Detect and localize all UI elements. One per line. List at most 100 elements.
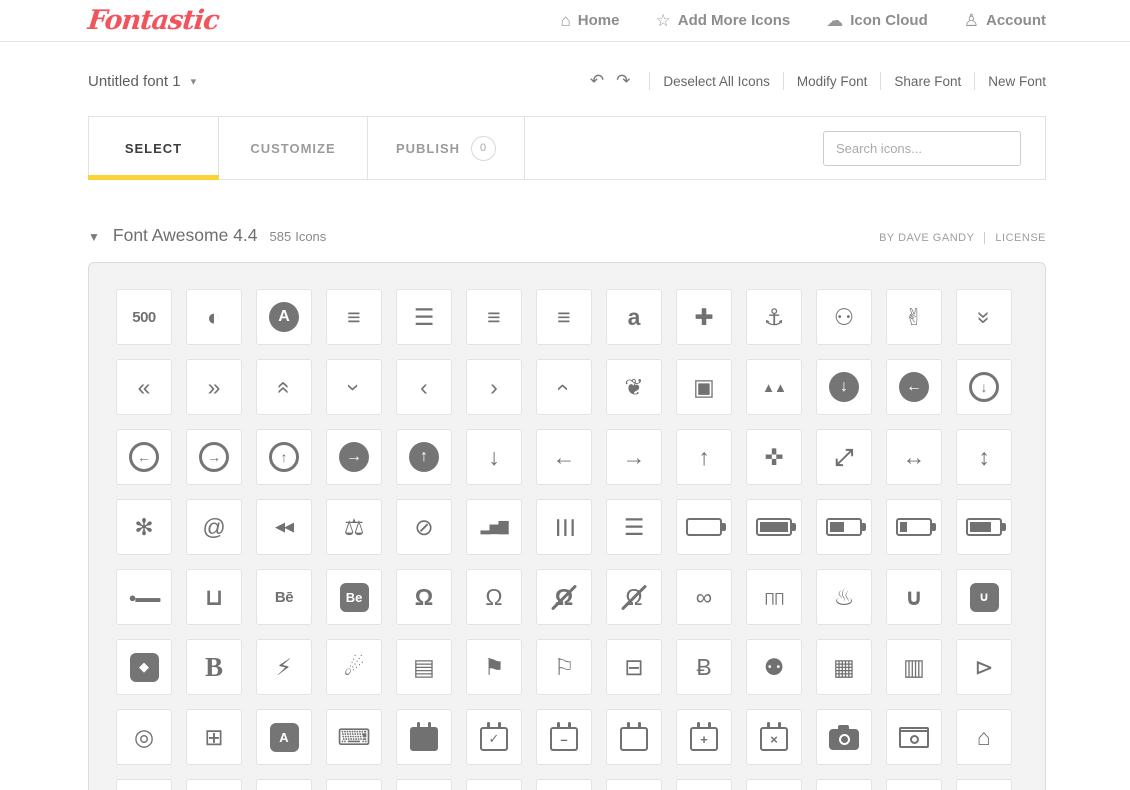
deselect-all-icons-button[interactable]: Deselect All Icons (663, 74, 770, 89)
icon-cell-battery-full[interactable] (746, 499, 802, 555)
icon-cell-align-left[interactable]: ≡ (466, 289, 522, 345)
icon-cell-anchor[interactable]: ⚓ (746, 289, 802, 345)
nav-account[interactable]: ♙Account (964, 11, 1046, 31)
icon-cell-align-justify[interactable]: ☰ (396, 289, 452, 345)
new-font-button[interactable]: New Font (988, 74, 1046, 89)
icon-cell-bar-chart[interactable]: ▂▅▇ (466, 499, 522, 555)
icon-cell-arrow-right[interactable]: → (606, 429, 662, 485)
icon-cell-arrows-v[interactable]: ↕ (956, 429, 1012, 485)
icon-cell-battery-quarter[interactable] (886, 499, 942, 555)
icon-cell-ban[interactable]: ⊘ (396, 499, 452, 555)
tab-publish[interactable]: PUBLISH0 (368, 117, 525, 179)
icon-cell-android[interactable]: ⚇ (816, 289, 872, 345)
icon-cell-arrows[interactable]: ✜ (746, 429, 802, 485)
icon-cell-arrow-circle-down[interactable]: ↓ (816, 359, 872, 415)
icon-cell-archive[interactable]: ▣ (676, 359, 732, 415)
icon-cell-partial[interactable] (466, 779, 522, 790)
collapse-caret-icon[interactable]: ▼ (88, 230, 100, 244)
icon-cell-apple[interactable]: ❦ (606, 359, 662, 415)
icon-cell-calendar-o[interactable] (606, 709, 662, 765)
icon-cell-binoculars[interactable]: ∏∏ (746, 569, 802, 625)
icon-cell-angellist[interactable]: ✌ (886, 289, 942, 345)
icon-cell-area-chart[interactable]: ▲▲ (746, 359, 802, 415)
icon-cell-behance-square[interactable]: Be (326, 569, 382, 625)
icon-cell-bookmark-o[interactable]: ⚐ (536, 639, 592, 695)
icon-cell-arrow-circle-left[interactable]: ← (886, 359, 942, 415)
redo-icon[interactable]: ↷ (610, 71, 636, 91)
icon-cell-bell[interactable]: Ω (396, 569, 452, 625)
icon-cell-arrows-h[interactable]: ↔ (886, 429, 942, 485)
icon-cell-bitbucket[interactable]: ∪ (886, 569, 942, 625)
icon-cell-adn[interactable]: A (256, 289, 312, 345)
icon-cell-bars[interactable]: ☰ (606, 499, 662, 555)
icon-cell-black-tie[interactable]: ◆ (116, 639, 172, 695)
icon-cell-bell-o[interactable]: Ω (466, 569, 522, 625)
nav-home[interactable]: ⌂Home (561, 11, 620, 31)
icon-cell-bullseye[interactable]: ◎ (116, 709, 172, 765)
icon-cell-partial[interactable] (606, 779, 662, 790)
icon-cell-calendar-check-o[interactable]: ✓ (466, 709, 522, 765)
nav-icon-cloud[interactable]: ☁Icon Cloud (826, 11, 928, 31)
font-name-dropdown[interactable]: Untitled font 1 ▾ (88, 73, 196, 90)
icon-cell-align-center[interactable]: ≡ (326, 289, 382, 345)
search-input[interactable] (823, 131, 1021, 166)
icon-cell-calendar[interactable] (396, 709, 452, 765)
icon-cell-angle-double-right[interactable]: » (186, 359, 242, 415)
icon-cell-asterisk[interactable]: ✻ (116, 499, 172, 555)
icon-cell-angle-double-left[interactable]: « (116, 359, 172, 415)
modify-font-button[interactable]: Modify Font (797, 74, 868, 89)
icon-cell-arrow-circle-o-left[interactable]: ← (116, 429, 172, 485)
icon-cell-bomb[interactable]: ☄ (326, 639, 382, 695)
icon-cell-partial[interactable] (186, 779, 242, 790)
icon-cell-briefcase[interactable]: ⊟ (606, 639, 662, 695)
icon-cell-bookmark[interactable]: ⚑ (466, 639, 522, 695)
icon-cell-align-right[interactable]: ≡ (536, 289, 592, 345)
icon-cell-at[interactable]: @ (186, 499, 242, 555)
icon-cell-arrow-circle-o-up[interactable]: ↑ (256, 429, 312, 485)
icon-cell-car[interactable]: ⌂ (956, 709, 1012, 765)
icon-cell-arrow-down[interactable]: ↓ (466, 429, 522, 485)
icon-cell-partial[interactable] (116, 779, 172, 790)
icon-cell-calendar-plus-o[interactable]: + (676, 709, 732, 765)
icon-cell-partial[interactable] (886, 779, 942, 790)
icon-cell-beer[interactable]: ⊔ (186, 569, 242, 625)
icon-cell-birthday-cake[interactable]: ♨ (816, 569, 872, 625)
icon-cell-building-o[interactable]: ▥ (886, 639, 942, 695)
icon-cell-bitbucket-square[interactable]: ∪ (956, 569, 1012, 625)
icon-cell-building[interactable]: ▦ (816, 639, 872, 695)
icon-cell-partial[interactable] (536, 779, 592, 790)
nav-add-more-icons[interactable]: ☆Add More Icons (655, 11, 790, 31)
icon-cell-arrows-alt[interactable]: ⤢ (816, 429, 872, 485)
icon-cell-calendar-times-o[interactable]: × (746, 709, 802, 765)
icon-cell-bus[interactable]: ⊞ (186, 709, 242, 765)
icon-cell-partial[interactable] (746, 779, 802, 790)
icon-cell-btc[interactable]: Ƀ (676, 639, 732, 695)
icon-cell-arrow-circle-up[interactable]: ↑ (396, 429, 452, 485)
icon-cell-calculator[interactable]: ⌨ (326, 709, 382, 765)
icon-cell-camera-retro[interactable] (886, 709, 942, 765)
icon-cell-arrow-left[interactable]: ← (536, 429, 592, 485)
icon-cell-angle-double-up[interactable]: « (256, 359, 312, 415)
icon-cell-bicycle[interactable]: ∞ (676, 569, 732, 625)
icon-cell-500px[interactable]: 500 (116, 289, 172, 345)
icon-cell-arrow-circle-o-right[interactable]: → (186, 429, 242, 485)
icon-cell-angle-left[interactable]: ‹ (396, 359, 452, 415)
tab-customize[interactable]: CUSTOMIZE (219, 117, 368, 179)
icon-cell-adjust[interactable]: ◐ (186, 289, 242, 345)
share-font-button[interactable]: Share Font (894, 74, 961, 89)
undo-icon[interactable]: ↶ (584, 71, 610, 91)
icon-cell-angle-double-down[interactable]: » (956, 289, 1012, 345)
icon-cell-bed[interactable]: ●▬▬ (116, 569, 172, 625)
icon-cell-bug[interactable]: ⚉ (746, 639, 802, 695)
icon-cell-arrow-circle-right[interactable]: → (326, 429, 382, 485)
icon-cell-partial[interactable] (326, 779, 382, 790)
icon-cell-battery-empty[interactable] (676, 499, 732, 555)
icon-cell-amazon[interactable]: a (606, 289, 662, 345)
icon-cell-balance-scale[interactable]: ⚖ (326, 499, 382, 555)
icon-cell-bolt[interactable]: ⚡ (256, 639, 312, 695)
icon-cell-angle-right[interactable]: › (466, 359, 522, 415)
fontastic-logo[interactable]: Fontastic (86, 5, 220, 36)
icon-cell-arrow-up[interactable]: ↑ (676, 429, 732, 485)
icon-cell-behance[interactable]: Bē (256, 569, 312, 625)
icon-cell-calendar-minus-o[interactable]: – (536, 709, 592, 765)
